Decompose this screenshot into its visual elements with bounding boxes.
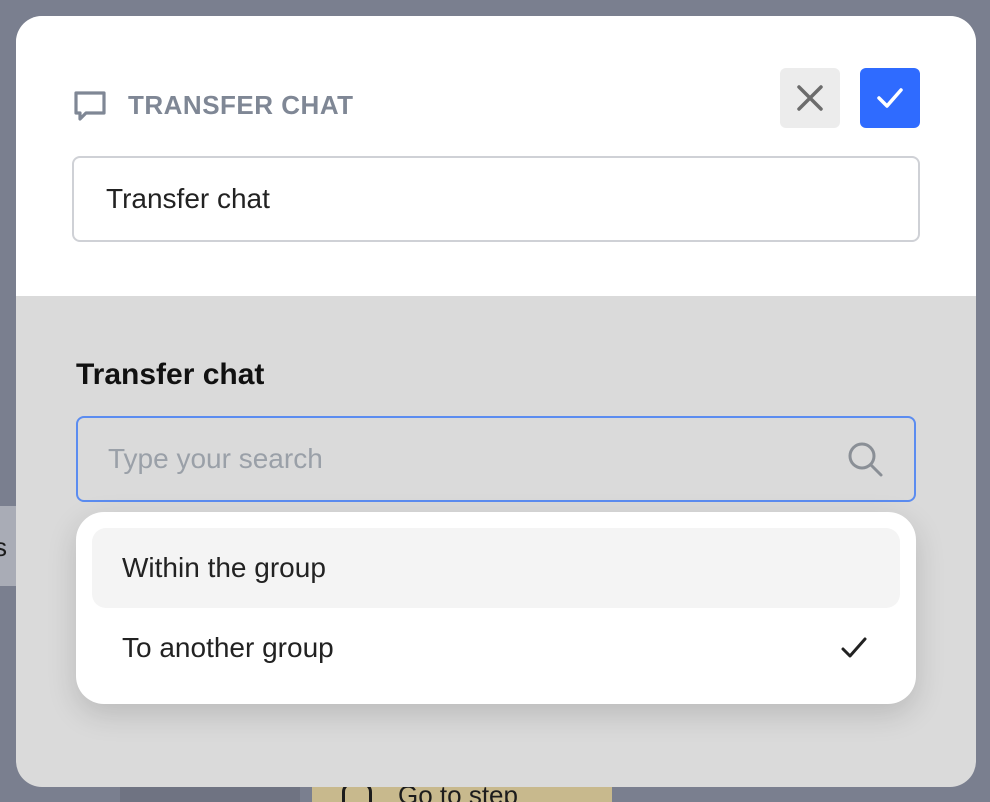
step-name-input[interactable] bbox=[72, 156, 920, 242]
option-label: To another group bbox=[122, 632, 334, 663]
section-label: Transfer chat bbox=[76, 358, 265, 391]
option-another-group[interactable]: To another group bbox=[92, 608, 900, 688]
transfer-chat-modal: TRANSFER CHAT Transfer chat Within the g… bbox=[16, 16, 976, 787]
search-icon[interactable] bbox=[846, 440, 884, 478]
background-strip bbox=[120, 786, 300, 802]
search-input[interactable] bbox=[78, 418, 838, 500]
option-within-group[interactable]: Within the group bbox=[92, 528, 900, 608]
confirm-button[interactable] bbox=[860, 68, 920, 128]
close-icon bbox=[797, 85, 823, 111]
chat-bubble-icon bbox=[74, 91, 106, 121]
option-label: Within the group bbox=[122, 552, 326, 583]
selected-check-icon bbox=[841, 637, 867, 658]
modal-title: TRANSFER CHAT bbox=[128, 90, 354, 120]
checkmark-icon bbox=[877, 88, 903, 108]
background-tab: s bbox=[0, 506, 16, 586]
close-button[interactable] bbox=[780, 68, 840, 128]
background-tab-label: s bbox=[0, 532, 7, 562]
search-field[interactable] bbox=[76, 416, 916, 502]
modal-header-section: TRANSFER CHAT bbox=[16, 16, 976, 296]
transfer-options-dropdown: Within the group To another group bbox=[76, 512, 916, 704]
